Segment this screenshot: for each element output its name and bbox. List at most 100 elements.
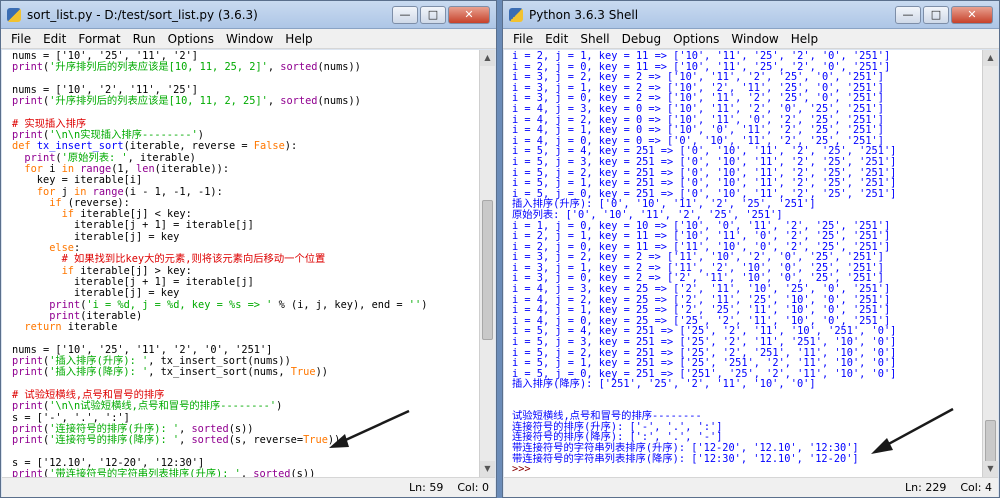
- code-token: ,: [179, 434, 192, 447]
- code-token: (nums)): [317, 95, 361, 108]
- shell-output-line: i = 2, j = 1, key = 11 => ['10', '11', '…: [512, 50, 891, 62]
- code-line[interactable]: return iterable: [12, 321, 479, 334]
- menu-help[interactable]: Help: [279, 32, 318, 46]
- code-token: ,: [179, 422, 192, 435]
- minimize-button[interactable]: —: [392, 5, 418, 24]
- menu-options[interactable]: Options: [667, 32, 725, 46]
- code-token: iterable[j] > key:: [74, 264, 192, 277]
- code-token: in: [61, 162, 75, 175]
- code-token: def: [12, 140, 37, 153]
- code-token: (nums)): [317, 61, 361, 74]
- code-token: range: [92, 185, 124, 198]
- code-line[interactable]: print('插入排序(降序): ', tx_insert_sort(nums,…: [12, 367, 479, 378]
- code-token: # 实现插入排序: [12, 117, 87, 130]
- code-line[interactable]: print('带连接符号的字符串列表排序(升序): ', sorted(s)): [12, 467, 479, 477]
- code-token: True: [303, 434, 328, 447]
- shell-window-title: Python 3.6.3 Shell: [529, 7, 639, 22]
- editor-window: sort_list.py - D:/test/sort_list.py (3.6…: [0, 0, 497, 498]
- code-token: # 如果找到比key大的元素,则将该元素向后移动一个位置: [61, 253, 326, 266]
- code-token: '升序排列后的列表应该是[10, 11, 25, 2]': [49, 61, 268, 74]
- code-line[interactable]: print('升序排列后的列表应该是[10, 11, 25, 2]', sort…: [12, 62, 479, 73]
- code-token: ): [276, 400, 283, 413]
- menu-window[interactable]: Window: [725, 32, 784, 46]
- code-token: '插入排序(降序): ': [49, 366, 149, 379]
- code-token: sorted: [253, 467, 291, 477]
- close-button[interactable]: ✕: [448, 5, 490, 24]
- menu-window[interactable]: Window: [220, 32, 279, 46]
- code-token: '连接符号的排序(升序): ': [49, 422, 180, 435]
- maximize-button[interactable]: □: [420, 5, 446, 24]
- code-token: , iterable): [127, 151, 196, 164]
- code-token: True: [290, 366, 316, 379]
- maximize-button[interactable]: □: [923, 5, 949, 24]
- scroll-up-arrow-icon[interactable]: ▲: [983, 50, 998, 66]
- code-token: key = iterable[i]: [12, 174, 143, 187]
- code-token: if: [61, 208, 75, 221]
- code-token: % (i, j, key), end =: [272, 298, 409, 311]
- code-token: if: [49, 196, 62, 209]
- menu-shell[interactable]: Shell: [574, 32, 615, 46]
- scroll-down-arrow-icon[interactable]: ▼: [480, 461, 495, 477]
- code-token: , tx_insert_sort(nums,: [148, 366, 291, 379]
- menu-options[interactable]: Options: [162, 32, 220, 46]
- code-lines[interactable]: nums = ['10', '25', '11', '2'] print('升序排…: [2, 50, 479, 477]
- shell-scrollbar[interactable]: ▲ ▼: [982, 50, 998, 477]
- shell-output-line: [512, 390, 982, 401]
- code-editor[interactable]: nums = ['10', '25', '11', '2'] print('升序排…: [2, 50, 479, 477]
- editor-titlebar[interactable]: sort_list.py - D:/test/sort_list.py (3.6…: [1, 1, 496, 29]
- code-token: s = ['12.10', '12-20', '12:30']: [12, 456, 205, 469]
- code-token: len: [136, 162, 155, 175]
- code-token: (s)): [228, 422, 254, 435]
- shell-lines[interactable]: i = 2, j = 1, key = 11 => ['10', '11', '…: [504, 50, 982, 475]
- code-token: print: [49, 309, 81, 322]
- code-token: return: [24, 321, 62, 334]
- code-token: iterable[j] = key: [12, 287, 180, 300]
- shell-titlebar[interactable]: Python 3.6.3 Shell — □ ✕: [503, 1, 999, 29]
- code-token: ):: [284, 140, 298, 153]
- menu-edit[interactable]: Edit: [37, 32, 72, 46]
- menu-debug[interactable]: Debug: [616, 32, 667, 46]
- python-app-icon: [509, 7, 523, 22]
- editor-scrollbar[interactable]: ▲ ▼: [479, 50, 495, 477]
- code-token: (iterable)):: [154, 162, 230, 175]
- menu-help[interactable]: Help: [785, 32, 824, 46]
- menu-file[interactable]: File: [507, 32, 539, 46]
- code-token: print: [12, 467, 43, 477]
- code-token: ): [421, 298, 428, 311]
- scroll-down-arrow-icon[interactable]: ▼: [983, 461, 998, 477]
- shell-output-line: 带连接符号的字符串列表排序(降序): ['12:30', '12.10', '1…: [512, 452, 859, 465]
- code-token: j: [55, 185, 75, 198]
- shell-output[interactable]: i = 2, j = 1, key = 11 => ['10', '11', '…: [504, 50, 982, 477]
- code-token: (reverse):: [61, 196, 130, 209]
- minimize-button[interactable]: —: [895, 5, 921, 24]
- code-token: print: [12, 400, 43, 413]
- code-token: (1,: [111, 162, 137, 175]
- close-button[interactable]: ✕: [951, 5, 993, 24]
- code-token: s = ['-', '.', ':']: [12, 411, 130, 424]
- scroll-up-arrow-icon[interactable]: ▲: [480, 50, 495, 66]
- code-token: iterable[j + 1] = iterable[j]: [12, 219, 254, 232]
- shell-prompt[interactable]: >>>: [512, 464, 982, 475]
- editor-statusbar: Ln: 59 Col: 0: [2, 477, 495, 497]
- code-token: print: [24, 151, 56, 164]
- code-token: print: [12, 434, 43, 447]
- code-token: print: [12, 61, 43, 74]
- scroll-thumb[interactable]: [482, 200, 493, 340]
- menu-run[interactable]: Run: [127, 32, 162, 46]
- code-line[interactable]: print('升序排列后的列表应该是[10, 11, 2, 25]', sort…: [12, 96, 479, 107]
- code-line[interactable]: print('连接符号的排序(降序): ', sorted(s, reverse…: [12, 434, 479, 447]
- code-line[interactable]: iterable[j] = key: [12, 231, 479, 243]
- code-token: '\n\n试验短横线,点号和冒号的排序--------': [49, 400, 277, 413]
- code-token: iterable[j] < key:: [74, 208, 192, 221]
- editor-line-number: Ln: 59: [409, 481, 444, 494]
- code-token: tx_insert_sort: [36, 140, 124, 153]
- menu-file[interactable]: File: [5, 32, 37, 46]
- menu-edit[interactable]: Edit: [539, 32, 574, 46]
- menu-format[interactable]: Format: [72, 32, 126, 46]
- editor-window-title: sort_list.py - D:/test/sort_list.py (3.6…: [27, 7, 258, 22]
